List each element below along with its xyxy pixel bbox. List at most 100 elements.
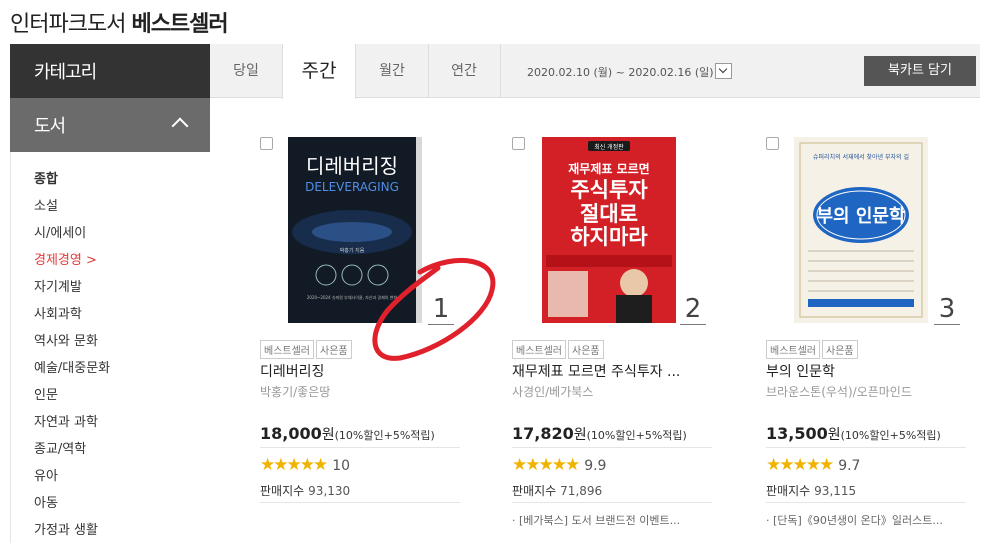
bestseller-badge: 베스트셀러	[766, 340, 820, 359]
section-header-books[interactable]: 도서	[10, 98, 210, 152]
sidebar-item-humanities[interactable]: 인문	[11, 382, 210, 409]
rank-number: 1	[428, 294, 454, 325]
rank-number: 2	[680, 294, 706, 325]
period-tabs-bar: 당일 주간 월간 연간 2020.02.10 (월) ~ 2020.02.16 …	[210, 44, 980, 99]
gift-badge: 사은품	[568, 340, 604, 359]
rating: ★★★★★ 9.9	[512, 455, 606, 475]
bestseller-badge: 베스트셀러	[260, 340, 314, 359]
price: 17,820	[512, 424, 574, 443]
sales-index: 판매지수 93,115	[766, 482, 856, 499]
sidebar-item-arts[interactable]: 예술/대중문화	[11, 355, 210, 382]
star-rating-icon: ★★★★★	[766, 455, 834, 475]
discount-info: (10%할인+5%적립)	[586, 429, 687, 442]
rating: ★★★★★ 9.7	[766, 455, 860, 475]
book-title-link[interactable]: 부의 인문학	[766, 361, 966, 381]
cover-image: 최신 개정판 재무제표 모르면 주식투자 절대로 하지마라	[542, 137, 676, 323]
sidebar-item-religion[interactable]: 종교/역학	[11, 436, 210, 463]
sidebar: 카테고리 도서 종합 소설 시/에세이 경제경영 > 자기계발 사회과학 역사와…	[10, 44, 210, 543]
sidebar-item-poetry[interactable]: 시/에세이	[11, 220, 210, 247]
badges: 베스트셀러 사은품	[512, 339, 606, 359]
sidebar-item-history[interactable]: 역사와 문화	[11, 328, 210, 355]
gift-badge: 사은품	[316, 340, 352, 359]
book-author[interactable]: 브라운스톤(우석)/오픈마인드	[766, 383, 912, 400]
rating-score: 9.7	[838, 458, 861, 474]
cover-years: 2020~2024 슈퍼원 부채사이클, 자산과 경제의 변화	[307, 294, 398, 300]
book-title-link[interactable]: 디레버리징	[260, 361, 460, 381]
divider	[766, 502, 966, 503]
section-label: 도서	[34, 116, 66, 137]
star-rating-icon: ★★★★★	[260, 455, 328, 475]
bestseller-badge: 베스트셀러	[512, 340, 566, 359]
badges: 베스트셀러 사은품	[260, 339, 354, 359]
sales-value: 93,115	[814, 484, 857, 498]
book-cover[interactable]: 최신 개정판 재무제표 모르면 주식투자 절대로 하지마라	[542, 137, 676, 323]
sidebar-item-business[interactable]: 경제경영 >	[11, 247, 210, 274]
price-unit: 원	[321, 427, 335, 443]
sidebar-item-infant[interactable]: 유아	[11, 463, 210, 490]
book-cover[interactable]: 디레버리징 DELEVERAGING 박홍기 지음 2020~2024 슈퍼원 …	[288, 137, 422, 323]
rating-score: 10	[332, 458, 351, 474]
add-to-bookcart-button[interactable]: 북카트 담기	[864, 56, 976, 86]
cover-image: 디레버리징 DELEVERAGING 박홍기 지음 2020~2024 슈퍼원 …	[288, 137, 422, 323]
sidebar-item-science[interactable]: 자연과 과학	[11, 409, 210, 436]
category-list: 종합 소설 시/에세이 경제경영 > 자기계발 사회과학 역사와 문화 예술/대…	[10, 152, 210, 543]
tab-weekly[interactable]: 주간	[282, 44, 356, 99]
price-row: 18,000원(10%할인+5%적립)	[260, 424, 460, 448]
sidebar-item-self-help[interactable]: 자기계발	[11, 274, 210, 301]
sales-value: 93,130	[308, 484, 351, 498]
chevron-up-icon[interactable]	[171, 117, 189, 135]
cover-line1: 재무제표 모르면	[568, 161, 649, 176]
sidebar-item-children[interactable]: 아동	[11, 490, 210, 517]
cover-tag: 최신 개정판	[594, 143, 624, 151]
gift-badge: 사은품	[822, 340, 858, 359]
cover-image: 슈퍼리치의 서재에서 찾아낸 부자의 길 부의 인문학	[794, 137, 928, 323]
sales-label: 판매지수	[766, 484, 811, 498]
divider	[260, 502, 460, 503]
price-row: 17,820원(10%할인+5%적립)	[512, 424, 712, 448]
promo-link[interactable]: · [단독]《90년생이 온다》일러스트...	[766, 512, 943, 528]
title-main: 베스트셀러	[131, 12, 228, 37]
rating: ★★★★★ 10	[260, 455, 350, 475]
cover-title-en: DELEVERAGING	[305, 180, 399, 194]
book-author[interactable]: 박홍기/좋은땅	[260, 383, 330, 400]
divider	[512, 502, 712, 503]
sales-index: 판매지수 71,896	[512, 482, 602, 499]
book-title-link[interactable]: 재무제표 모르면 주식투자 ...	[512, 361, 712, 381]
cover-top-text: 슈퍼리치의 서재에서 찾아낸 부자의 길	[813, 153, 909, 161]
tab-yearly[interactable]: 연간	[428, 44, 500, 98]
select-checkbox[interactable]	[512, 137, 525, 150]
sidebar-item-novel[interactable]: 소설	[11, 193, 210, 220]
title-prefix: 인터파크도서	[10, 12, 126, 37]
price-row: 13,500원(10%할인+5%적립)	[766, 424, 966, 448]
tab-divider	[500, 44, 501, 98]
sidebar-item-home[interactable]: 가정과 생활	[11, 517, 210, 543]
book-card: 디레버리징 DELEVERAGING 박홍기 지음 2020~2024 슈퍼원 …	[260, 134, 470, 534]
discount-info: (10%할인+5%적립)	[334, 429, 435, 442]
cover-line3: 절대로	[580, 202, 638, 226]
rank-number: 3	[934, 294, 960, 325]
sidebar-item-all[interactable]: 종합	[11, 166, 210, 193]
discount-info: (10%할인+5%적립)	[840, 429, 941, 442]
sales-label: 판매지수	[260, 484, 305, 498]
book-cover[interactable]: 슈퍼리치의 서재에서 찾아낸 부자의 길 부의 인문학	[794, 137, 928, 323]
cover-line2: 주식투자	[570, 178, 648, 202]
sales-label: 판매지수	[512, 484, 557, 498]
cover-author: 박홍기 지음	[340, 247, 365, 254]
cover-title: 부의 인문학	[816, 205, 906, 227]
sales-index: 판매지수 93,130	[260, 482, 350, 499]
sidebar-item-social-science[interactable]: 사회과학	[11, 301, 210, 328]
star-rating-icon: ★★★★★	[512, 455, 580, 475]
cover-title-ko: 디레버리징	[306, 154, 398, 178]
tab-monthly[interactable]: 월간	[356, 44, 428, 98]
sales-value: 71,896	[560, 484, 603, 498]
date-range: 2020.02.10 (월) ~ 2020.02.16 (일)	[527, 66, 714, 79]
category-header: 카테고리	[10, 44, 210, 98]
promo-link[interactable]: · [베가북스] 도서 브랜드전 이벤트...	[512, 512, 680, 528]
page-title: 인터파크도서 베스트셀러	[10, 6, 229, 38]
book-author[interactable]: 사경인/베가북스	[512, 383, 593, 400]
select-checkbox[interactable]	[260, 137, 273, 150]
price: 13,500	[766, 424, 828, 443]
select-checkbox[interactable]	[766, 137, 779, 150]
tab-daily[interactable]: 당일	[210, 44, 282, 98]
date-dropdown-button[interactable]	[715, 63, 732, 79]
